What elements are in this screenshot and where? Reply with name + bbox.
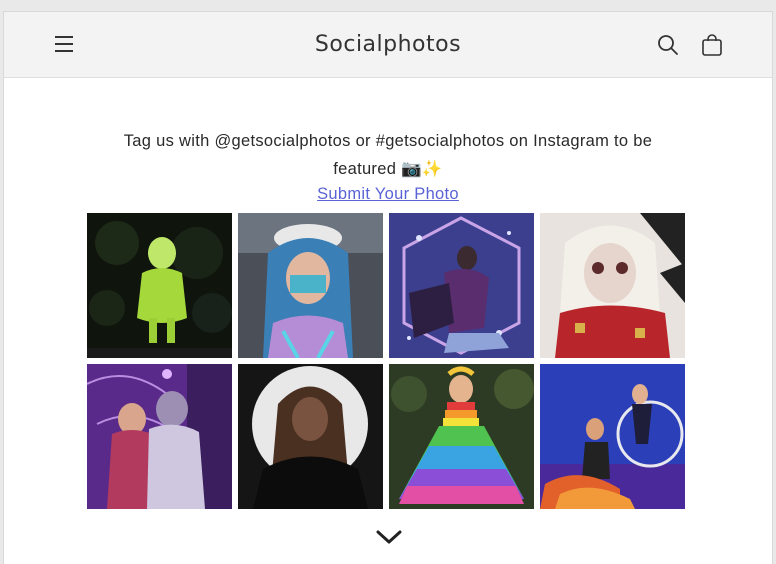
photo-green-costume[interactable] [87, 213, 232, 358]
site-header: Socialphotos [4, 12, 772, 78]
gallery-image [87, 213, 232, 358]
page-frame: Socialphotos Tag us with @getsocialphoto… [3, 11, 773, 564]
photo-spotlight-portrait[interactable] [238, 364, 383, 509]
search-icon [658, 35, 678, 55]
photo-white-hair-makeup[interactable] [540, 213, 685, 358]
gallery-image [389, 213, 534, 358]
gallery-image [540, 364, 685, 509]
photo-rainbow-dress[interactable] [389, 364, 534, 509]
intro-text: Tag us with @getsocialphotos or #getsoci… [4, 127, 772, 183]
gallery-image [238, 213, 383, 358]
show-more-button[interactable] [375, 528, 403, 546]
photo-blue-hair-rave[interactable] [238, 213, 383, 358]
brand-link[interactable]: Socialphotos [315, 32, 461, 57]
gallery-image [540, 213, 685, 358]
photo-sequin-dancer[interactable] [389, 213, 534, 358]
photo-purple-couple[interactable] [87, 364, 232, 509]
chevron-down-icon [376, 530, 402, 544]
intro-line-2: featured 📷✨ [333, 160, 443, 178]
search-button[interactable] [656, 33, 680, 57]
gallery-image [87, 364, 232, 509]
submit-photo-wrap: Submit Your Photo [4, 185, 772, 204]
photo-gallery [87, 213, 685, 509]
intro-line-1: Tag us with @getsocialphotos or #getsoci… [123, 132, 653, 150]
submit-photo-link[interactable]: Submit Your Photo [317, 185, 459, 203]
photo-hoop-performers[interactable] [540, 364, 685, 509]
shopping-bag-icon [702, 34, 722, 56]
gallery-image [238, 364, 383, 509]
cart-button[interactable] [700, 33, 724, 57]
gallery-image [389, 364, 534, 509]
